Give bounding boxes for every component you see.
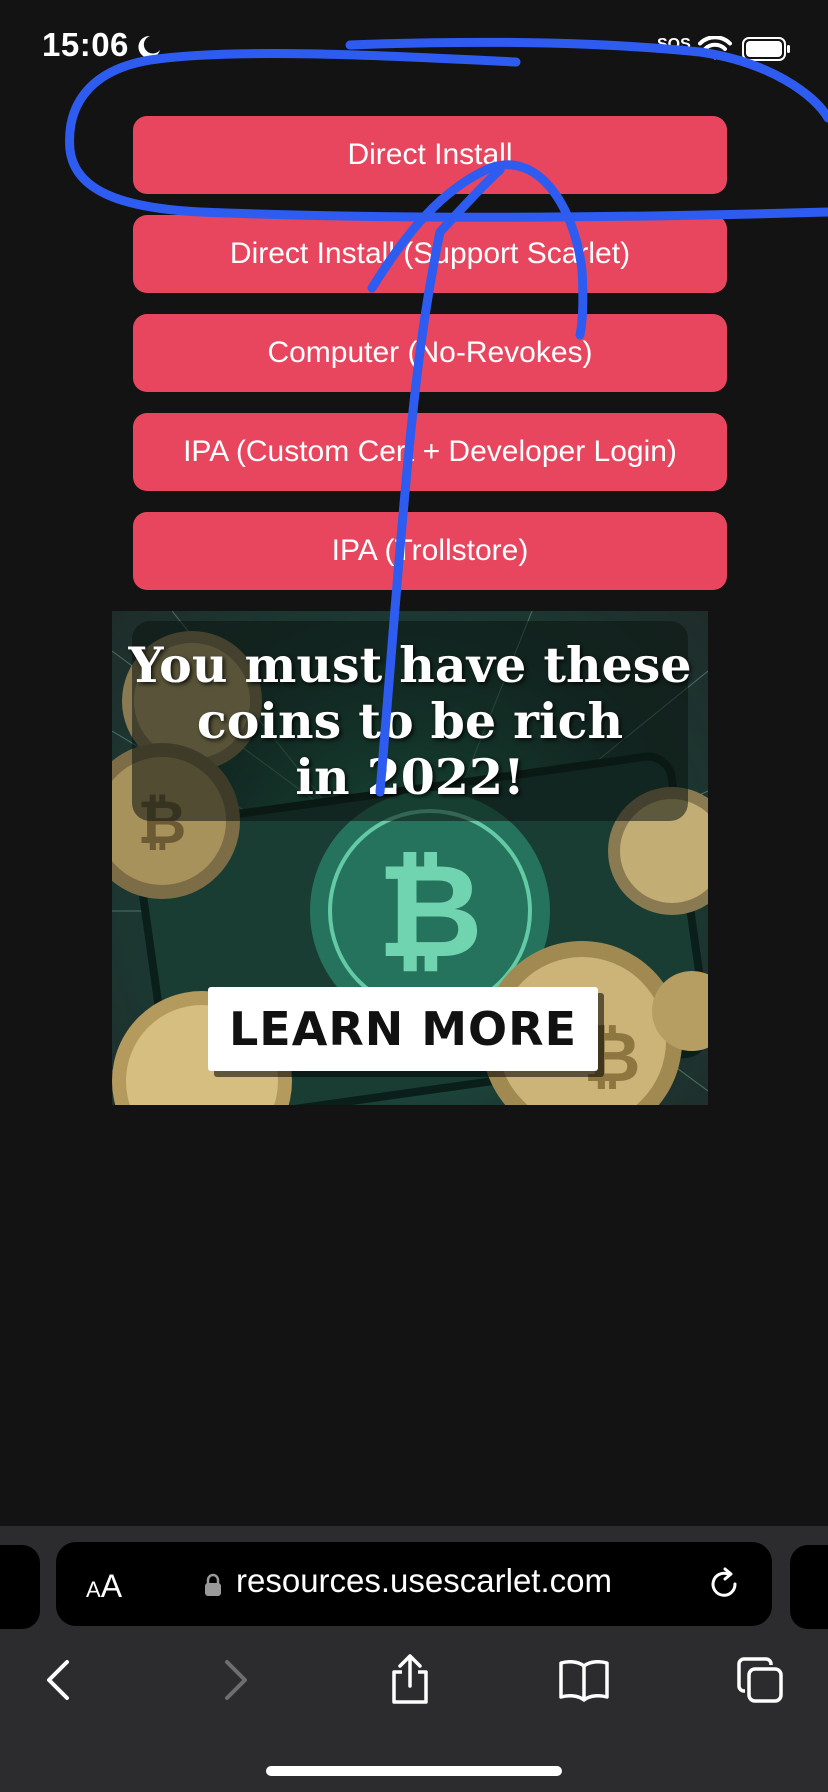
direct-install-support-button[interactable]: Direct Install (Support Scarlet) (133, 215, 727, 293)
tabs-icon (737, 1657, 783, 1703)
previous-tab-peek[interactable] (0, 1545, 40, 1629)
moon-icon (138, 35, 160, 58)
computer-no-revokes-button[interactable]: Computer (No-Revokes) (133, 314, 727, 392)
next-tab-peek[interactable] (790, 1545, 828, 1629)
lock-icon (205, 1573, 221, 1596)
battery-icon (742, 37, 790, 61)
bookmarks-icon (559, 1660, 609, 1702)
back-button[interactable] (28, 1652, 88, 1708)
ad-banner[interactable]: ₿ ₿ ₿ You must have these coins to be ri… (112, 611, 708, 1105)
wifi-icon (698, 36, 732, 60)
ad-headline-line: in 2022! (295, 748, 525, 806)
ipa-trollstore-button[interactable]: IPA (Trollstore) (133, 512, 727, 590)
forward-button[interactable] (206, 1652, 266, 1708)
svg-text:₿: ₿ (377, 835, 483, 987)
address-bar[interactable]: AA resources.usescarlet.com (56, 1542, 772, 1626)
direct-install-button[interactable]: Direct Install (133, 116, 727, 194)
ad-headline-line: You must have these (128, 636, 692, 694)
ad-headline-line: coins to be rich (196, 692, 624, 750)
share-button[interactable] (380, 1652, 440, 1708)
home-indicator (266, 1766, 562, 1776)
sos-indicator: SOS (657, 36, 691, 53)
ad-headline: You must have these coins to be rich in … (112, 637, 708, 805)
back-icon (47, 1660, 69, 1700)
text-size-button[interactable]: AA (86, 1568, 122, 1605)
share-icon (392, 1654, 428, 1704)
bookmarks-button[interactable] (554, 1652, 614, 1708)
forward-icon (225, 1660, 247, 1700)
tabs-button[interactable] (730, 1652, 790, 1708)
status-bar: 15:06 SOS (0, 0, 828, 100)
ipa-custom-cert-button[interactable]: IPA (Custom Cert + Developer Login) (133, 413, 727, 491)
learn-more-button[interactable]: LEARN MORE (208, 987, 598, 1071)
reload-icon[interactable] (706, 1566, 742, 1602)
url-text[interactable]: resources.usescarlet.com (236, 1562, 612, 1600)
status-time: 15:06 (42, 26, 129, 63)
